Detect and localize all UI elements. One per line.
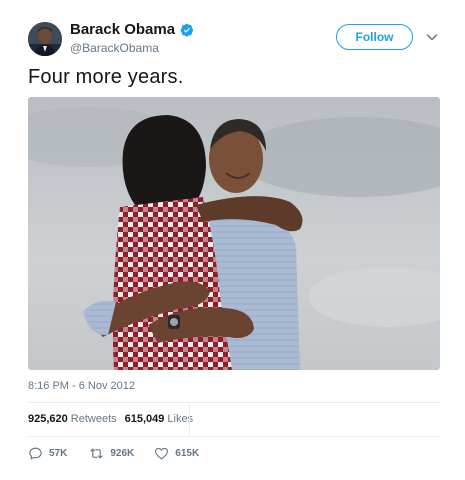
follow-button[interactable]: Follow (336, 24, 413, 50)
like-count: 615K (175, 448, 200, 459)
retweets-count: 925,620 (28, 413, 68, 425)
reply-icon (28, 446, 43, 461)
tweet-actions: 57K 926K 615K (28, 446, 199, 461)
tweet-card: Barack Obama @BarackObama Follow Four mo… (0, 0, 465, 480)
reply-button[interactable]: 57K (28, 446, 67, 461)
heart-icon (154, 446, 169, 461)
verified-badge-icon (180, 23, 194, 37)
retweet-button[interactable]: 926K (89, 446, 134, 461)
stats-divider (189, 404, 190, 436)
retweets-stat[interactable]: 925,620 Retweets (28, 413, 117, 425)
retweet-count: 926K (110, 448, 135, 459)
avatar[interactable] (28, 22, 62, 56)
divider (28, 402, 440, 403)
tweet-text: Four more years. (28, 66, 184, 88)
tweet-photo[interactable] (28, 97, 440, 370)
name-row: Barack Obama (70, 21, 194, 38)
retweet-icon (89, 446, 104, 461)
reply-count: 57K (49, 448, 68, 459)
like-button[interactable]: 615K (154, 446, 199, 461)
likes-stat[interactable]: 615,049 Likes (125, 413, 193, 425)
chevron-down-icon[interactable] (425, 30, 439, 44)
tweet-stats: 925,620 Retweets 615,049 Likes (28, 413, 193, 425)
tweet-timestamp[interactable]: 8:16 PM - 6 Nov 2012 (28, 380, 135, 392)
likes-count: 615,049 (124, 413, 165, 425)
retweets-label: Retweets (70, 413, 117, 425)
display-name[interactable]: Barack Obama (70, 21, 175, 38)
user-handle[interactable]: @BarackObama (70, 41, 159, 55)
divider (28, 436, 440, 437)
